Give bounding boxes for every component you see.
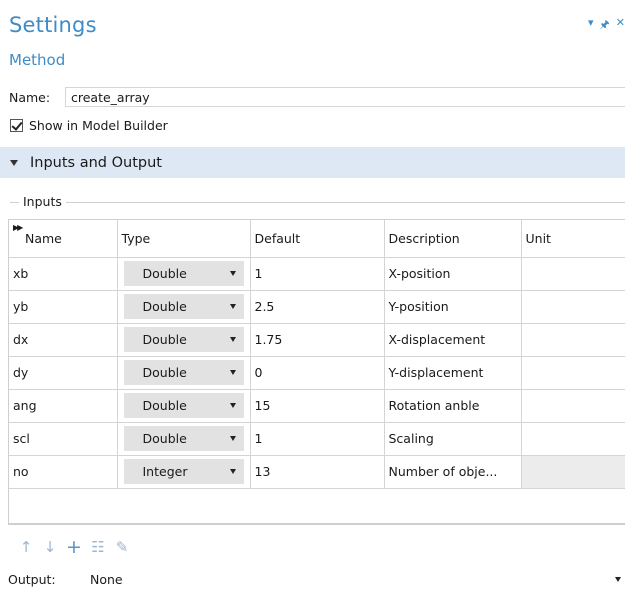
- panel-subtitle: Method: [9, 51, 66, 69]
- output-label: Output:: [8, 571, 56, 587]
- cell-unit[interactable]: [521, 323, 625, 357]
- cell-description[interactable]: Y-position: [384, 290, 522, 324]
- column-header-default[interactable]: Default: [250, 220, 385, 258]
- dropdown-arrow-icon: [229, 370, 236, 375]
- dropdown-arrow-icon: [229, 436, 236, 441]
- type-select[interactable]: Integer: [123, 459, 244, 484]
- show-in-model-builder-label: Show in Model Builder: [29, 118, 168, 133]
- output-row: Output: None: [8, 569, 625, 589]
- delete-icon[interactable]: ☷: [90, 538, 106, 556]
- dropdown-arrow-icon: [229, 403, 236, 408]
- table-row[interactable]: ang Double 15 Rotation anble: [9, 389, 625, 423]
- cell-unit[interactable]: [521, 455, 625, 489]
- pin-icon[interactable]: 🖈: [600, 16, 610, 35]
- column-header-name[interactable]: ▶▶ Name: [9, 220, 118, 258]
- cell-default[interactable]: 1: [250, 422, 385, 456]
- type-select[interactable]: Double: [123, 294, 244, 319]
- show-in-model-builder-checkbox[interactable]: [10, 119, 23, 132]
- name-label: Name:: [9, 89, 51, 105]
- table-row[interactable]: xb Double 1 X-position: [9, 257, 625, 291]
- move-down-icon[interactable]: ↓: [42, 538, 58, 556]
- chevron-down-icon: [615, 576, 621, 582]
- column-header-description[interactable]: Description: [384, 220, 522, 258]
- table-toolbar: ↑ ↓ + ☷ ✎: [18, 536, 130, 558]
- column-header-unit[interactable]: Unit: [521, 220, 625, 258]
- move-up-icon[interactable]: ↑: [18, 538, 34, 556]
- dropdown-arrow-icon: [229, 337, 236, 342]
- dropdown-arrow-icon: [229, 469, 236, 474]
- output-select[interactable]: None: [81, 569, 625, 589]
- cell-description[interactable]: Scaling: [384, 422, 522, 456]
- table-row[interactable]: scl Double 1 Scaling: [9, 422, 625, 456]
- chevron-down-icon: [10, 160, 18, 166]
- cell-description[interactable]: X-position: [384, 257, 522, 291]
- table-row[interactable]: no Integer 13 Number of obje...: [9, 455, 625, 489]
- cell-name[interactable]: no: [9, 455, 118, 489]
- column-header-type[interactable]: Type: [117, 220, 251, 258]
- table-row[interactable]: dx Double 1.75 X-displacement: [9, 323, 625, 357]
- cell-name[interactable]: dx: [9, 323, 118, 357]
- panel-window-controls: ▾ 🖈 ✕: [588, 16, 625, 35]
- cell-description[interactable]: Y-displacement: [384, 356, 522, 390]
- cell-name[interactable]: dy: [9, 356, 118, 390]
- section-label: Inputs and Output: [30, 154, 162, 171]
- show-in-model-builder-row[interactable]: Show in Model Builder: [10, 118, 168, 133]
- type-select[interactable]: Double: [123, 426, 244, 451]
- name-input[interactable]: [65, 87, 625, 107]
- cell-default[interactable]: 1.75: [250, 323, 385, 357]
- edit-icon[interactable]: ✎: [114, 538, 130, 556]
- dropdown-arrow-icon: [229, 271, 236, 276]
- type-select[interactable]: Double: [123, 261, 244, 286]
- cell-name[interactable]: yb: [9, 290, 118, 324]
- cell-default[interactable]: 15: [250, 389, 385, 423]
- add-icon[interactable]: +: [66, 536, 82, 558]
- cell-name[interactable]: xb: [9, 257, 118, 291]
- type-select[interactable]: Double: [123, 360, 244, 385]
- dropdown-arrow-icon[interactable]: ▾: [588, 16, 594, 35]
- cell-default[interactable]: 2.5: [250, 290, 385, 324]
- inputs-table: ▶▶ Name Type Default Description Unit xb …: [8, 219, 625, 525]
- group-divider: [10, 202, 625, 203]
- cell-name[interactable]: scl: [9, 422, 118, 456]
- cell-name[interactable]: ang: [9, 389, 118, 423]
- cell-description[interactable]: X-displacement: [384, 323, 522, 357]
- cell-unit[interactable]: [521, 356, 625, 390]
- panel-title: Settings: [9, 13, 97, 37]
- inputs-group-label: Inputs: [19, 194, 66, 209]
- cell-description[interactable]: Rotation anble: [384, 389, 522, 423]
- name-row: Name:: [9, 87, 625, 107]
- table-row[interactable]: yb Double 2.5 Y-position: [9, 290, 625, 324]
- cell-default[interactable]: 1: [250, 257, 385, 291]
- table-header-row: ▶▶ Name Type Default Description Unit: [9, 220, 625, 258]
- type-select[interactable]: Double: [123, 327, 244, 352]
- fast-forward-icon: ▶▶: [13, 223, 23, 232]
- output-value: None: [90, 571, 123, 587]
- cell-unit[interactable]: [521, 257, 625, 291]
- table-row[interactable]: dy Double 0 Y-displacement: [9, 356, 625, 390]
- cell-unit[interactable]: [521, 389, 625, 423]
- cell-unit[interactable]: [521, 422, 625, 456]
- close-icon[interactable]: ✕: [616, 16, 625, 35]
- cell-default[interactable]: 13: [250, 455, 385, 489]
- cell-unit[interactable]: [521, 290, 625, 324]
- type-select[interactable]: Double: [123, 393, 244, 418]
- dropdown-arrow-icon: [229, 304, 236, 309]
- cell-description[interactable]: Number of obje...: [384, 455, 522, 489]
- section-inputs-and-output[interactable]: Inputs and Output: [0, 147, 625, 178]
- cell-default[interactable]: 0: [250, 356, 385, 390]
